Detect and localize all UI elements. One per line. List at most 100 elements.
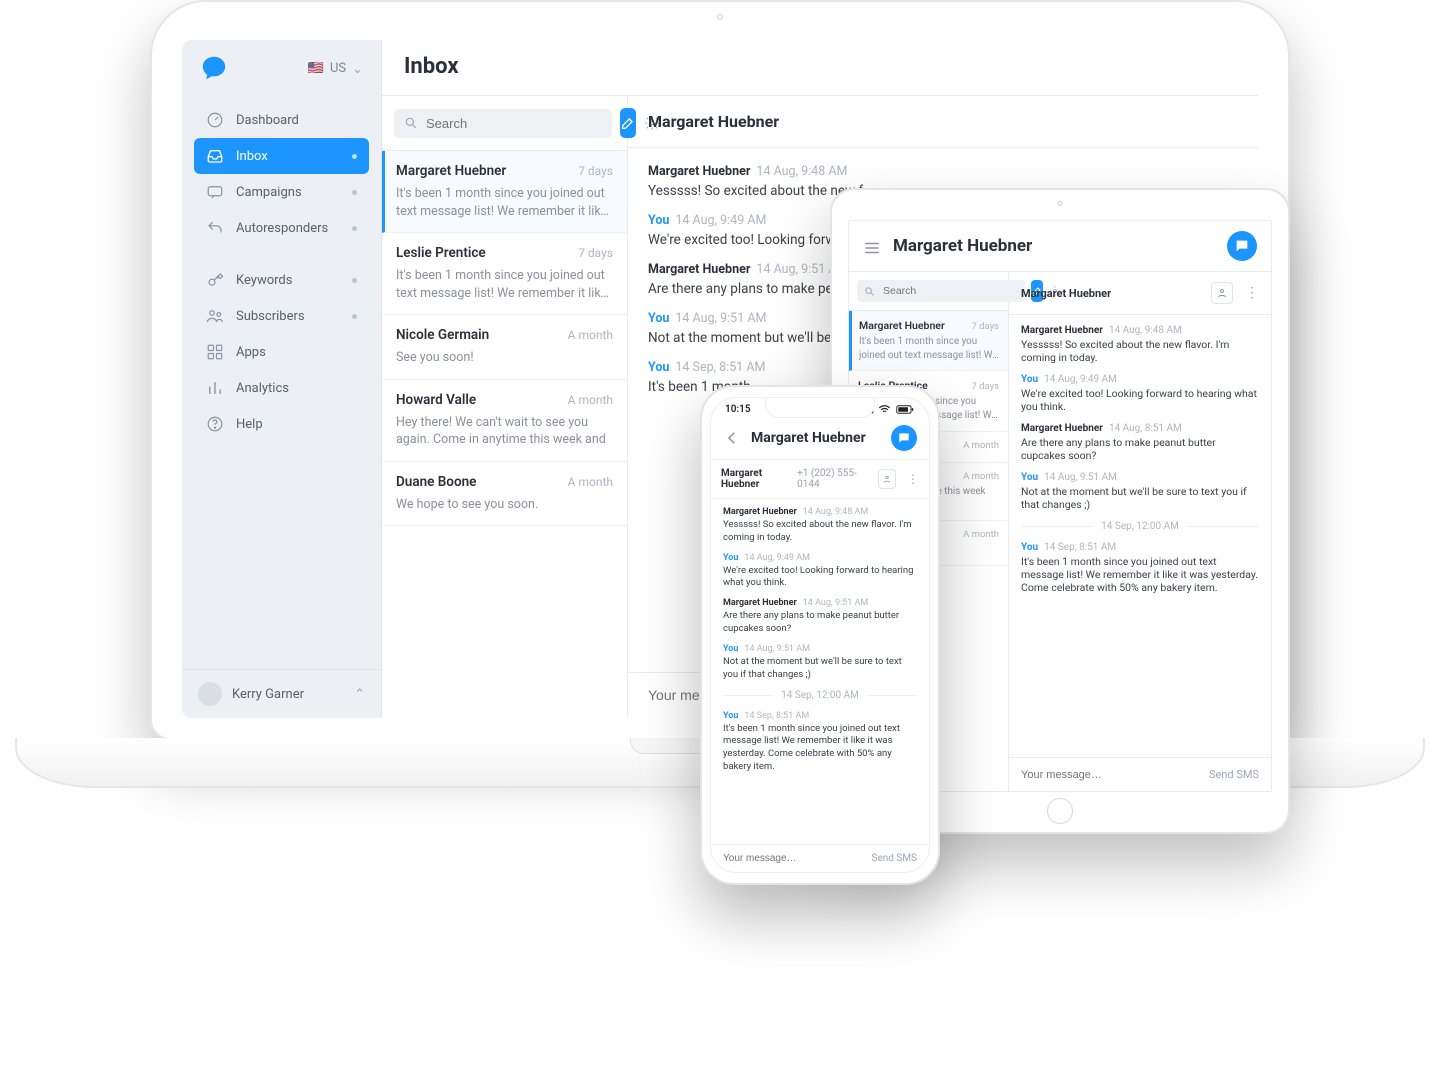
message-sender: You <box>648 213 669 228</box>
phone-send-button[interactable]: Send SMS <box>872 853 918 864</box>
phone-notch <box>765 398 875 418</box>
chat-fab[interactable] <box>1227 231 1257 261</box>
message-body: We're excited too! Looking forward to he… <box>1021 387 1259 413</box>
conv-time: 7 days <box>578 246 613 260</box>
phone-composer-input[interactable] <box>723 853 866 864</box>
tablet-composer[interactable]: Send SMS <box>1009 757 1271 791</box>
message-body: Are there any plans to make peanut butte… <box>723 610 917 636</box>
conv-time: A month <box>963 529 999 540</box>
conversation-item[interactable]: Margaret Huebner7 daysIt's been 1 month … <box>849 311 1008 371</box>
message-time: 14 Aug, 9:49 AM <box>669 213 766 228</box>
nav: Dashboard Inbox Campaigns <box>182 96 381 448</box>
nav-divider <box>194 246 369 262</box>
nav-label: Campaigns <box>236 185 302 200</box>
conv-time: 7 days <box>578 164 613 178</box>
message-sender: You <box>1021 374 1038 385</box>
send-button[interactable]: Send SMS <box>1209 768 1259 781</box>
tablet-search-input[interactable] <box>883 285 1018 297</box>
contact-card-button[interactable] <box>1211 282 1233 304</box>
nav-apps[interactable]: Apps <box>194 334 369 370</box>
message-time: 14 Aug, 9:51 AM <box>738 644 810 654</box>
message: Margaret Huebner14 Aug, 9:51 AM Are there… <box>723 598 917 636</box>
tablet-home-button[interactable] <box>1047 798 1073 824</box>
unread-dot <box>352 314 357 319</box>
phone-topbar: Margaret Huebner <box>711 417 929 460</box>
nav-help[interactable]: Help <box>194 406 369 442</box>
tablet-topbar: Margaret Huebner <box>849 221 1271 272</box>
users-icon <box>206 307 224 325</box>
avatar <box>198 682 222 706</box>
more-menu[interactable]: ⋮ <box>1245 286 1259 300</box>
current-user-name: Kerry Garner <box>232 687 304 702</box>
contact-card-button[interactable] <box>878 469 896 489</box>
conv-name: Howard Valle <box>396 392 476 408</box>
conversation-item[interactable]: Duane BooneA monthWe hope to see you soo… <box>382 462 627 527</box>
message-time: 14 Aug, 9:49 AM <box>738 553 810 563</box>
region-code: US <box>330 61 346 76</box>
user-icon <box>882 474 892 484</box>
current-user[interactable]: Kerry Garner ⌃ <box>182 669 381 718</box>
message-body: Yesssss! So excited about the new flavor… <box>1021 338 1259 364</box>
nav-keywords[interactable]: Keywords <box>194 262 369 298</box>
day-divider: 14 Sep, 12:00 AM <box>723 690 917 701</box>
message-body: Yesssss! So excited about the new flavor… <box>723 519 917 545</box>
phone-composer[interactable]: Send SMS <box>711 844 929 872</box>
back-button[interactable] <box>723 429 741 447</box>
message: You14 Aug, 9:51 AMNot at the moment but … <box>1021 472 1259 511</box>
chat-bubble-icon <box>1234 238 1250 254</box>
message-sender: You <box>1021 472 1038 483</box>
chat-bubble-icon <box>897 431 911 445</box>
wifi-icon <box>878 405 891 414</box>
message-sender: Margaret Huebner <box>648 164 750 179</box>
unread-dot <box>352 226 357 231</box>
user-icon <box>1216 287 1228 299</box>
nav-dashboard[interactable]: Dashboard <box>194 102 369 138</box>
tablet-search-wrap[interactable] <box>857 280 1025 302</box>
nav-analytics[interactable]: Analytics <box>194 370 369 406</box>
gauge-icon <box>206 111 224 129</box>
nav-campaigns[interactable]: Campaigns <box>194 174 369 210</box>
conversation-item[interactable]: Nicole GermainA monthSee you soon! <box>382 315 627 380</box>
nav-autoresponders[interactable]: Autoresponders <box>194 210 369 246</box>
message-time: 14 Aug, 9:51 AM <box>669 311 766 326</box>
search-input-wrap[interactable] <box>394 109 612 138</box>
message-sender: Margaret Huebner <box>723 598 797 608</box>
conversation-list: Margaret Huebner7 daysIt's been 1 month … <box>382 96 628 718</box>
search-input[interactable] <box>426 116 602 131</box>
chat-icon <box>206 183 224 201</box>
nav-subscribers[interactable]: Subscribers <box>194 298 369 334</box>
message: Margaret Huebner14 Aug, 9:48 AMYesssss! … <box>723 507 917 545</box>
page-head: Inbox <box>382 40 1258 95</box>
day-divider: 14 Sep, 12:00 AM <box>1021 521 1259 532</box>
message-sender: You <box>1021 542 1038 553</box>
tablet-composer-input[interactable] <box>1021 769 1201 781</box>
nav-label: Inbox <box>236 149 268 164</box>
nav-label: Autoresponders <box>236 221 328 236</box>
nav-inbox[interactable]: Inbox <box>194 138 369 174</box>
message-time: 14 Sep, 8:51 AM <box>669 360 765 375</box>
region-picker[interactable]: 🇺🇸 US ⌄ <box>308 61 363 76</box>
message-sender: Margaret Huebner <box>723 507 797 517</box>
flag-icon: 🇺🇸 <box>308 61 324 76</box>
message-sender: Margaret Huebner <box>648 262 750 277</box>
phone-title: Margaret Huebner <box>751 430 866 446</box>
bars-icon <box>206 379 224 397</box>
phone-chat-fab[interactable] <box>891 425 917 451</box>
conversation-item[interactable]: Margaret Huebner7 daysIt's been 1 month … <box>382 151 627 233</box>
inbox-icon <box>206 147 224 165</box>
conv-name: Margaret Huebner <box>396 163 506 179</box>
conversation-item[interactable]: Howard ValleA monthHey there! We can't w… <box>382 380 627 462</box>
nav-label: Help <box>236 417 263 432</box>
conv-preview: We hope to see you soon. <box>396 496 613 514</box>
laptop-camera <box>717 14 723 20</box>
conv-preview: See you soon! <box>396 349 613 367</box>
conversation-item[interactable]: Leslie Prentice7 daysIt's been 1 month s… <box>382 233 627 315</box>
menu-button[interactable] <box>863 239 881 253</box>
tablet-camera <box>1058 201 1063 206</box>
message-time: 14 Aug, 9:51 AM <box>797 598 869 608</box>
unread-dot <box>352 278 357 283</box>
tablet-list-toolbar <box>849 272 1008 311</box>
contact-name: Margaret Huebner <box>1021 287 1111 300</box>
page-title: Inbox <box>404 54 1236 79</box>
more-menu[interactable]: ⋮ <box>907 473 919 485</box>
